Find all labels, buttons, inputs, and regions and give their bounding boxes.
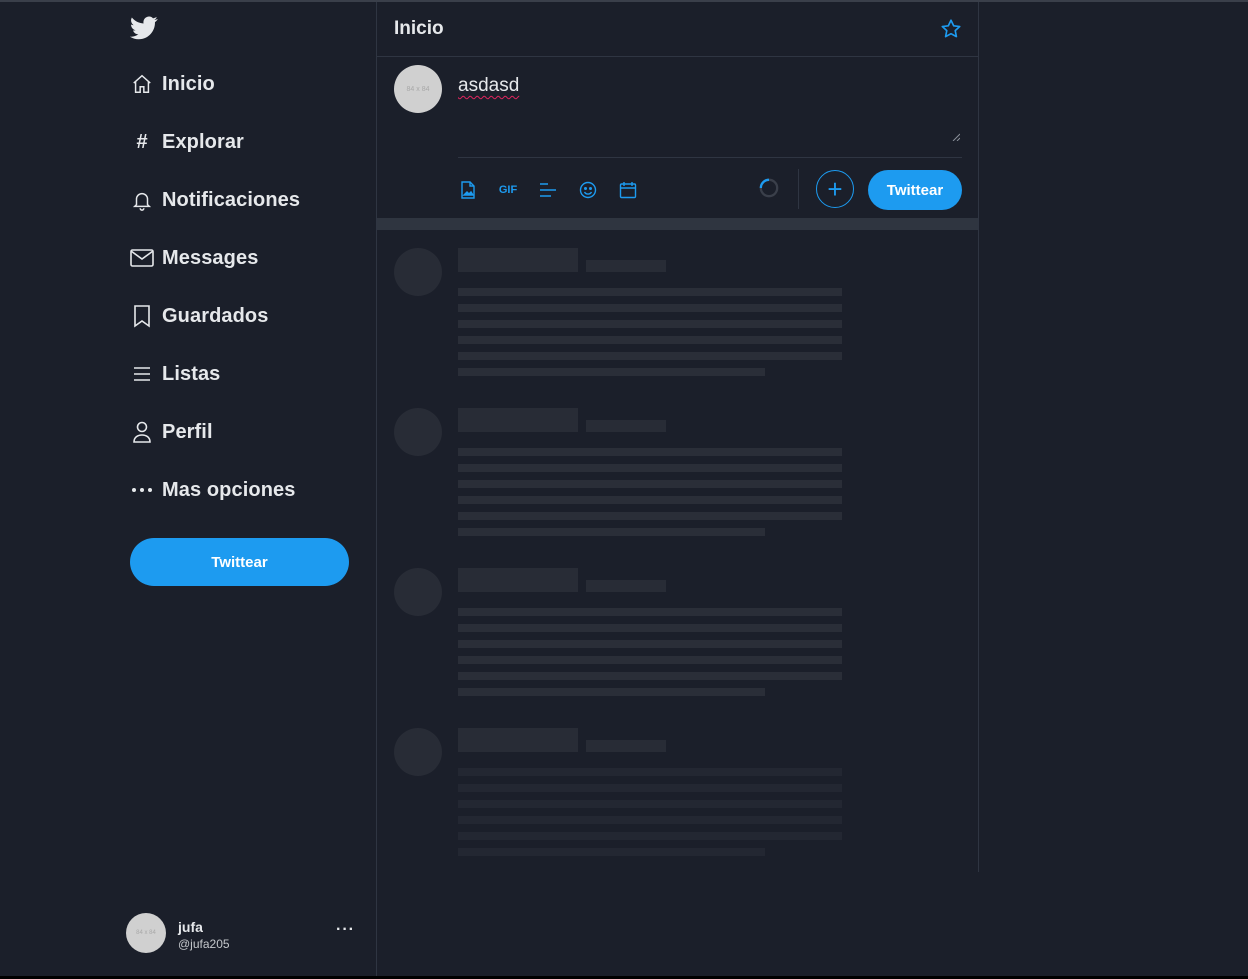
- skeleton-tweet: [377, 568, 978, 708]
- image-icon[interactable]: [457, 179, 479, 201]
- avatar: 84 x 84: [394, 65, 442, 113]
- account-handle: @jufa205: [178, 937, 230, 951]
- poll-icon[interactable]: [537, 179, 559, 201]
- skeleton-line: [458, 528, 765, 536]
- account-switcher[interactable]: 84 x 84 jufa @jufa205 ···: [126, 913, 356, 953]
- skeleton-line: [458, 304, 842, 312]
- sidebar-item-messages[interactable]: Messages: [130, 238, 258, 278]
- skeleton-line: [458, 800, 842, 808]
- page-title: Inicio: [394, 18, 444, 39]
- skeleton-tweet: [377, 728, 978, 868]
- sidebar-item-perfil[interactable]: Perfil: [130, 412, 213, 452]
- skeleton-tweet: [377, 408, 978, 548]
- skeleton-name: [458, 248, 578, 272]
- skeleton-line: [458, 352, 842, 360]
- compose-text-value: asdasd: [458, 75, 520, 96]
- skeleton-line: [458, 816, 842, 824]
- sidebar-item-guardados[interactable]: Guardados: [130, 296, 268, 336]
- skeleton-avatar: [394, 568, 442, 616]
- sidebar: Inicio # Explorar Notificaciones Message…: [0, 2, 377, 976]
- sidebar-item-label: Mas opciones: [162, 478, 296, 501]
- divider: [377, 218, 978, 230]
- sidebar-item-label: Listas: [162, 362, 221, 385]
- skeleton-avatar: [394, 408, 442, 456]
- list-icon: [130, 362, 154, 386]
- sidebar-item-notificaciones[interactable]: Notificaciones: [130, 180, 300, 220]
- star-icon[interactable]: [940, 18, 962, 40]
- skeleton-line: [458, 496, 842, 504]
- skeleton-line: [458, 624, 842, 632]
- avatar: 84 x 84: [126, 913, 166, 953]
- skeleton-line: [458, 832, 842, 840]
- skeleton-line: [458, 320, 842, 328]
- skeleton-handle: [586, 580, 666, 592]
- skeleton-name: [458, 568, 578, 592]
- bell-icon: [130, 188, 154, 212]
- tweet-button[interactable]: Twittear: [868, 170, 962, 210]
- sidebar-item-label: Inicio: [162, 72, 215, 95]
- emoji-icon[interactable]: [577, 179, 599, 201]
- skeleton-line: [458, 464, 842, 472]
- tweet-composer: 84 x 84 asdasd GIF + Twittear: [377, 57, 978, 218]
- skeleton-line: [458, 656, 842, 664]
- skeleton-name: [458, 408, 578, 432]
- sidebar-item-mas-opciones[interactable]: Mas opciones: [130, 470, 295, 510]
- bookmark-icon: [130, 304, 154, 328]
- more-dots-icon: [130, 478, 154, 502]
- skeleton-avatar: [394, 728, 442, 776]
- skeleton-line: [458, 368, 765, 376]
- sidebar-item-label: Messages: [162, 246, 259, 269]
- sidebar-item-explorar[interactable]: # Explorar: [130, 122, 244, 162]
- skeleton-line: [458, 768, 842, 776]
- character-count-icon: [759, 178, 779, 198]
- skeleton-line: [458, 688, 765, 696]
- schedule-icon[interactable]: [617, 179, 639, 201]
- timeline-header: Inicio: [377, 2, 978, 57]
- skeleton-avatar: [394, 248, 442, 296]
- sidebar-item-label: Guardados: [162, 304, 269, 327]
- twitter-bird-icon[interactable]: [129, 16, 158, 44]
- resize-handle-icon[interactable]: [952, 133, 960, 141]
- skeleton-handle: [586, 740, 666, 752]
- skeleton-line: [458, 640, 842, 648]
- skeleton-line: [458, 608, 842, 616]
- sidebar-item-label: Perfil: [162, 420, 213, 443]
- gif-icon[interactable]: GIF: [497, 179, 519, 201]
- main-timeline: Inicio 84 x 84 asdasd GIF + Twittear: [377, 2, 979, 872]
- envelope-icon: [130, 246, 154, 270]
- divider: [798, 169, 799, 209]
- skeleton-line: [458, 848, 765, 856]
- skeleton-line: [458, 672, 842, 680]
- sidebar-tweet-button[interactable]: Twittear: [130, 538, 349, 586]
- skeleton-handle: [586, 260, 666, 272]
- home-icon: [130, 72, 154, 96]
- skeleton-handle: [586, 420, 666, 432]
- sidebar-item-label: Notificaciones: [162, 188, 301, 211]
- skeleton-line: [458, 480, 842, 488]
- skeleton-tweet: [377, 248, 978, 388]
- sidebar-item-inicio[interactable]: Inicio: [130, 64, 215, 104]
- sidebar-item-label: Explorar: [162, 130, 244, 153]
- account-name: jufa: [178, 919, 203, 935]
- skeleton-line: [458, 784, 842, 792]
- skeleton-line: [458, 512, 842, 520]
- skeleton-name: [458, 728, 578, 752]
- person-icon: [130, 420, 154, 444]
- sidebar-item-listas[interactable]: Listas: [130, 354, 220, 394]
- account-more-icon[interactable]: ···: [336, 921, 355, 939]
- add-tweet-button[interactable]: +: [816, 170, 854, 208]
- compose-textarea[interactable]: asdasd: [458, 75, 962, 145]
- skeleton-line: [458, 448, 842, 456]
- hashtag-icon: #: [136, 130, 148, 153]
- skeleton-line: [458, 288, 842, 296]
- divider: [458, 157, 962, 158]
- skeleton-line: [458, 336, 842, 344]
